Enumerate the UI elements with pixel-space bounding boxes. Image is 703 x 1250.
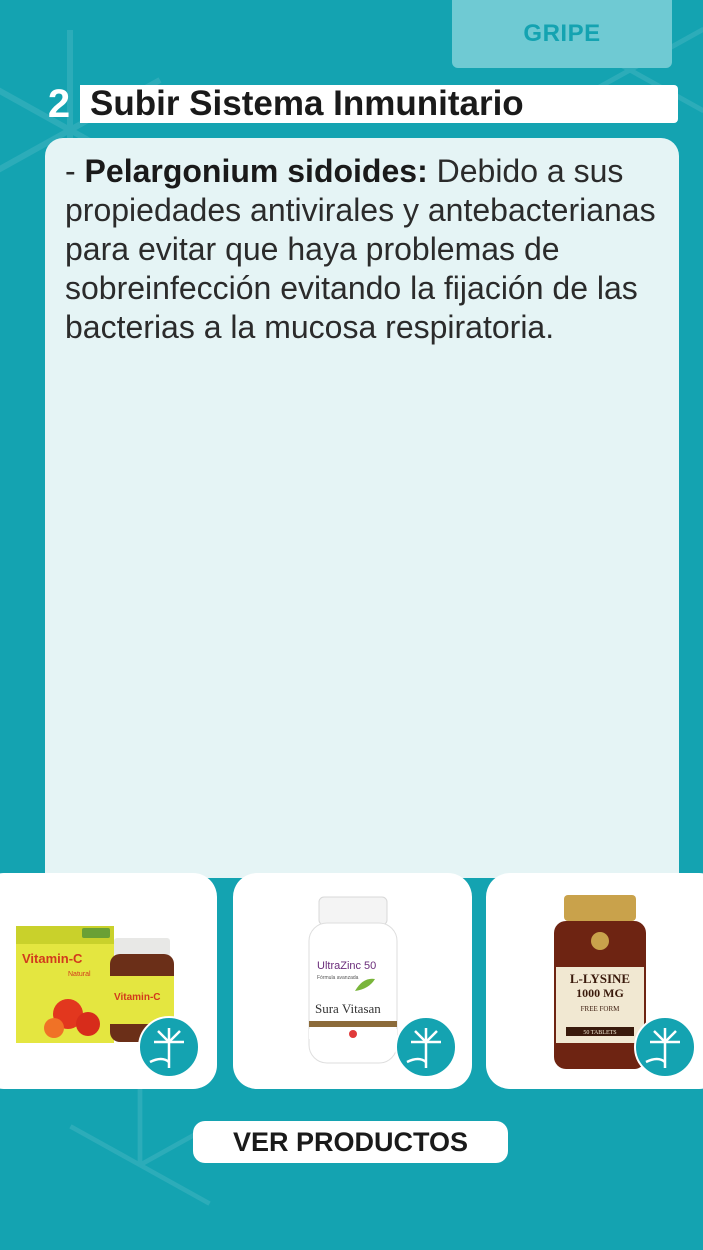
list-dash: - (65, 153, 85, 189)
dandelion-bg-icon (69, 1087, 211, 1206)
dandelion-badge-icon (138, 1016, 200, 1078)
product-card-ultrazinc[interactable]: UltraZinc 50 Fórmula avanzada Sura Vitas… (233, 873, 472, 1089)
info-card: - Pelargonium sidoides: Debido a sus pro… (45, 138, 679, 878)
step-number: 2 (47, 82, 71, 126)
svg-text:1000 MG: 1000 MG (576, 986, 624, 1000)
svg-text:50 TABLETS: 50 TABLETS (583, 1030, 616, 1036)
ingredient-term: Pelargonium sidoides: (84, 153, 428, 189)
info-paragraph: - Pelargonium sidoides: Debido a sus pro… (65, 152, 659, 347)
dandelion-badge-icon (634, 1016, 696, 1078)
svg-text:Natural: Natural (68, 971, 91, 978)
product-carousel: Vitamin-C Natural Vitamin-C UltraZinc 50… (0, 873, 703, 1089)
product-card-l-lysine[interactable]: L-LYSINE 1000 MG FREE FORM 50 TABLETS (486, 873, 703, 1089)
box-label: Vitamin-C (22, 951, 83, 966)
product-card-vitamin-c[interactable]: Vitamin-C Natural Vitamin-C (0, 873, 217, 1089)
view-products-button[interactable]: VER PRODUCTOS (193, 1121, 508, 1163)
svg-text:L-LYSINE: L-LYSINE (570, 971, 630, 986)
svg-text:Sura Vitasan: Sura Vitasan (315, 1001, 381, 1016)
svg-text:Fórmula avanzada: Fórmula avanzada (317, 975, 359, 981)
dandelion-badge-icon (395, 1016, 457, 1078)
product-image-ultrazinc: UltraZinc 50 Fórmula avanzada Sura Vitas… (308, 896, 398, 1064)
svg-text:Vitamin-C: Vitamin-C (114, 992, 161, 1003)
category-tag: GRIPE (452, 0, 672, 68)
section-title: Subir Sistema Inmunitario (80, 85, 678, 123)
svg-text:FREE FORM: FREE FORM (581, 1005, 620, 1013)
svg-text:UltraZinc 50: UltraZinc 50 (317, 960, 376, 972)
